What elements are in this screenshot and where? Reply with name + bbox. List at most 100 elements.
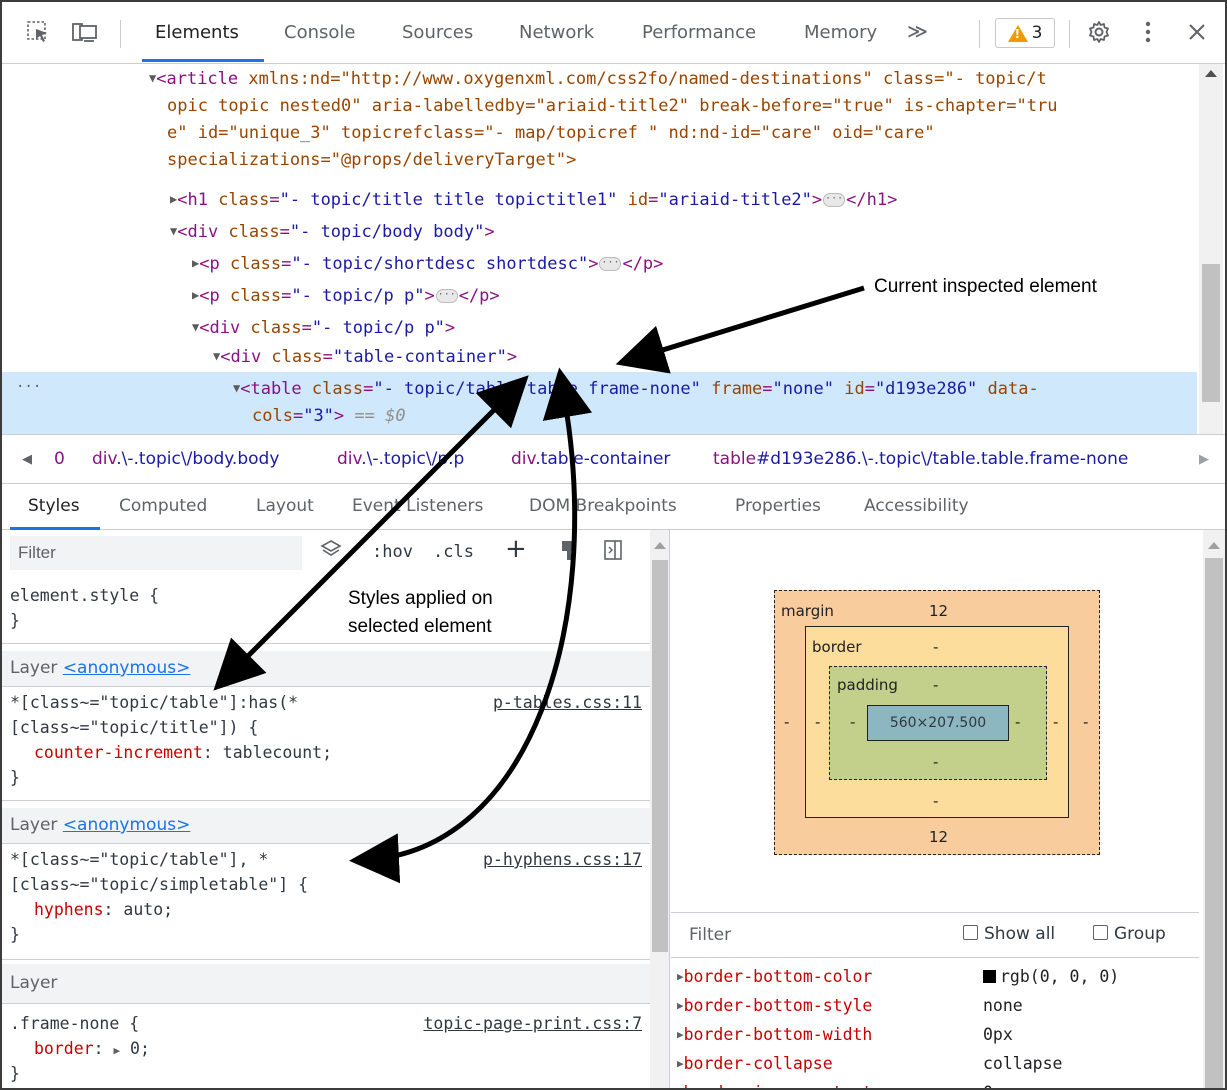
expand-triangle-icon[interactable]: ▶	[113, 1044, 120, 1057]
tab-sources[interactable]: Sources	[402, 22, 473, 43]
layer-anonymous-link[interactable]: <anonymous>	[63, 658, 191, 678]
collapsed-ellipsis-icon[interactable]: ···	[435, 289, 458, 303]
layer-anonymous-link[interactable]: <anonymous>	[63, 815, 191, 835]
source-link[interactable]: topic-page-print.css:7	[423, 1012, 642, 1037]
class-toggle-button[interactable]: .cls	[433, 542, 474, 562]
layers-icon[interactable]	[320, 538, 342, 565]
tab-console[interactable]: Console	[284, 22, 355, 43]
scroll-up-icon[interactable]	[1208, 542, 1220, 549]
tab-computed[interactable]: Computed	[119, 496, 207, 516]
tab-properties[interactable]: Properties	[735, 496, 821, 516]
computed-filter-input[interactable]: Filter	[689, 925, 731, 945]
computed-property-row[interactable]: ▶border-bottom-style none	[677, 996, 1197, 1024]
dom-node-div-body[interactable]: ▼<div class="- topic/body body">	[170, 219, 495, 247]
tab-accessibility[interactable]: Accessibility	[864, 496, 969, 516]
expand-triangle-icon[interactable]: ▼	[149, 71, 156, 85]
scroll-up-icon[interactable]	[1205, 70, 1217, 77]
rule-selector[interactable]: *[class~="topic/table"], *	[10, 848, 268, 873]
expand-triangle-icon[interactable]: ▶	[677, 1057, 684, 1070]
close-icon[interactable]	[1184, 19, 1210, 45]
margin-top-value[interactable]: 12	[929, 602, 948, 620]
source-link[interactable]: p-tables.css:11	[493, 691, 642, 716]
node-actions-dots[interactable]: ···	[16, 374, 41, 401]
group-checkbox[interactable]: Group	[1093, 924, 1166, 944]
expand-triangle-icon[interactable]: ▶	[677, 1028, 684, 1041]
show-all-checkbox[interactable]: Show all	[963, 924, 1055, 944]
computed-property-row[interactable]: ▶border-bottom-width 0px	[677, 1025, 1197, 1053]
element-style-selector[interactable]: element.style {	[10, 584, 159, 609]
margin-right-value[interactable]: -	[1083, 713, 1088, 731]
computed-property-row[interactable]: ▶border-image-outset0	[677, 1083, 1197, 1088]
box-model-content[interactable]: 560×207.500	[867, 705, 1009, 741]
margin-left-value[interactable]: -	[784, 713, 789, 731]
tab-styles[interactable]: Styles	[28, 496, 80, 516]
expand-triangle-icon[interactable]: ▼	[213, 349, 220, 363]
expand-triangle-icon[interactable]: ▶	[192, 256, 199, 270]
source-link[interactable]: p-hyphens.css:17	[483, 848, 642, 873]
dom-node-p-shortdesc[interactable]: ▶<p class="- topic/shortdesc shortdesc">…	[192, 251, 663, 279]
rule-selector-cont[interactable]: [class~="topic/title"]) {	[10, 716, 258, 741]
expand-triangle-icon[interactable]: ▶	[677, 999, 684, 1012]
rule-selector-cont[interactable]: [class~="topic/simpletable"] {	[10, 873, 308, 898]
rule-selector[interactable]: *[class~="topic/table"]:has(*	[10, 691, 298, 716]
breadcrumb-item-selected[interactable]: table#d193e286.\-.topic\/table.table.fra…	[713, 449, 1128, 469]
css-declaration[interactable]: counter-increment: tablecount;	[34, 741, 332, 766]
breadcrumb-item[interactable]: div.\-.topic\/body.body	[92, 449, 279, 469]
expand-triangle-icon[interactable]: ▼	[170, 224, 177, 238]
breadcrumb-item[interactable]: 0	[54, 449, 65, 469]
rule-selector[interactable]: .frame-none {	[10, 1012, 139, 1037]
tab-memory[interactable]: Memory	[804, 22, 877, 43]
hover-state-button[interactable]: :hov	[372, 542, 413, 562]
more-options-icon[interactable]	[1138, 19, 1158, 45]
expand-triangle-icon[interactable]: ▶	[192, 288, 199, 302]
styles-filter-input[interactable]	[10, 536, 302, 570]
breadcrumb-item[interactable]: div.\-.topic\/p.p	[337, 449, 464, 469]
dom-node-div-p[interactable]: ▼<div class="- topic/p p">	[192, 315, 455, 343]
new-rule-plus-icon[interactable]: +	[505, 534, 527, 564]
tab-event-listeners[interactable]: Event Listeners	[352, 496, 483, 516]
dom-node-div-table-container[interactable]: ▼<div class="table-container">	[213, 344, 517, 372]
device-toolbar-icon[interactable]	[70, 19, 100, 45]
settings-gear-icon[interactable]	[1086, 19, 1112, 45]
tab-performance[interactable]: Performance	[642, 22, 756, 43]
dom-node-table-selected[interactable]: ▼<table class="- topic/table table frame…	[233, 376, 1039, 404]
checkbox-icon[interactable]	[963, 924, 978, 940]
css-declaration[interactable]: border: ▶ 0;	[34, 1037, 150, 1064]
checkbox-icon[interactable]	[1093, 924, 1108, 940]
dom-node-article[interactable]: ▼<article xmlns:nd="http://www.oxygenxml…	[149, 66, 1047, 94]
padding-top-value[interactable]: -	[933, 676, 938, 694]
breadcrumb-scroll-right-icon[interactable]: ▶	[1199, 452, 1209, 467]
collapsed-ellipsis-icon[interactable]: ···	[599, 257, 622, 271]
color-swatch[interactable]	[983, 970, 996, 983]
expand-triangle-icon[interactable]: ▶	[170, 192, 177, 206]
toggle-sidebar-icon[interactable]	[604, 540, 622, 565]
expand-triangle-icon[interactable]: ▶	[677, 970, 684, 983]
collapsed-ellipsis-icon[interactable]: ···	[823, 193, 846, 207]
paint-brush-icon[interactable]	[560, 539, 578, 566]
tab-elements[interactable]: Elements	[155, 22, 239, 43]
css-declaration[interactable]: hyphens: auto;	[34, 898, 173, 923]
margin-bottom-value[interactable]: 12	[929, 828, 948, 846]
dom-node-h1[interactable]: ▶<h1 class="- topic/title title topictit…	[170, 187, 897, 215]
tab-layout[interactable]: Layout	[256, 496, 314, 516]
dom-scrollbar-thumb[interactable]	[1202, 264, 1220, 402]
warnings-badge[interactable]: 3	[995, 18, 1055, 48]
computed-scrollbar-thumb[interactable]	[1205, 558, 1223, 1088]
computed-property-row[interactable]: ▶border-bottom-color rgb(0, 0, 0)	[677, 967, 1197, 995]
computed-property-row[interactable]: ▶border-collapse collapse	[677, 1054, 1197, 1082]
breadcrumb-item[interactable]: div.table-container	[511, 449, 670, 469]
scroll-up-icon[interactable]	[654, 542, 666, 549]
tab-dom-breakpoints[interactable]: DOM Breakpoints	[529, 496, 677, 516]
padding-left-value[interactable]: -	[850, 713, 855, 731]
expand-triangle-icon[interactable]: ▼	[233, 381, 240, 395]
padding-bottom-value[interactable]: -	[933, 753, 938, 771]
tab-network[interactable]: Network	[519, 22, 594, 43]
inspect-element-icon[interactable]	[24, 19, 52, 45]
breadcrumb-scroll-left-icon[interactable]: ◀	[22, 452, 32, 467]
expand-triangle-icon[interactable]: ▶	[677, 1086, 684, 1088]
border-right-value[interactable]: -	[1053, 713, 1058, 731]
border-left-value[interactable]: -	[815, 713, 820, 731]
border-top-value[interactable]: -	[933, 638, 938, 656]
padding-right-value[interactable]: -	[1015, 713, 1020, 731]
styles-scrollbar-thumb[interactable]	[652, 560, 668, 952]
